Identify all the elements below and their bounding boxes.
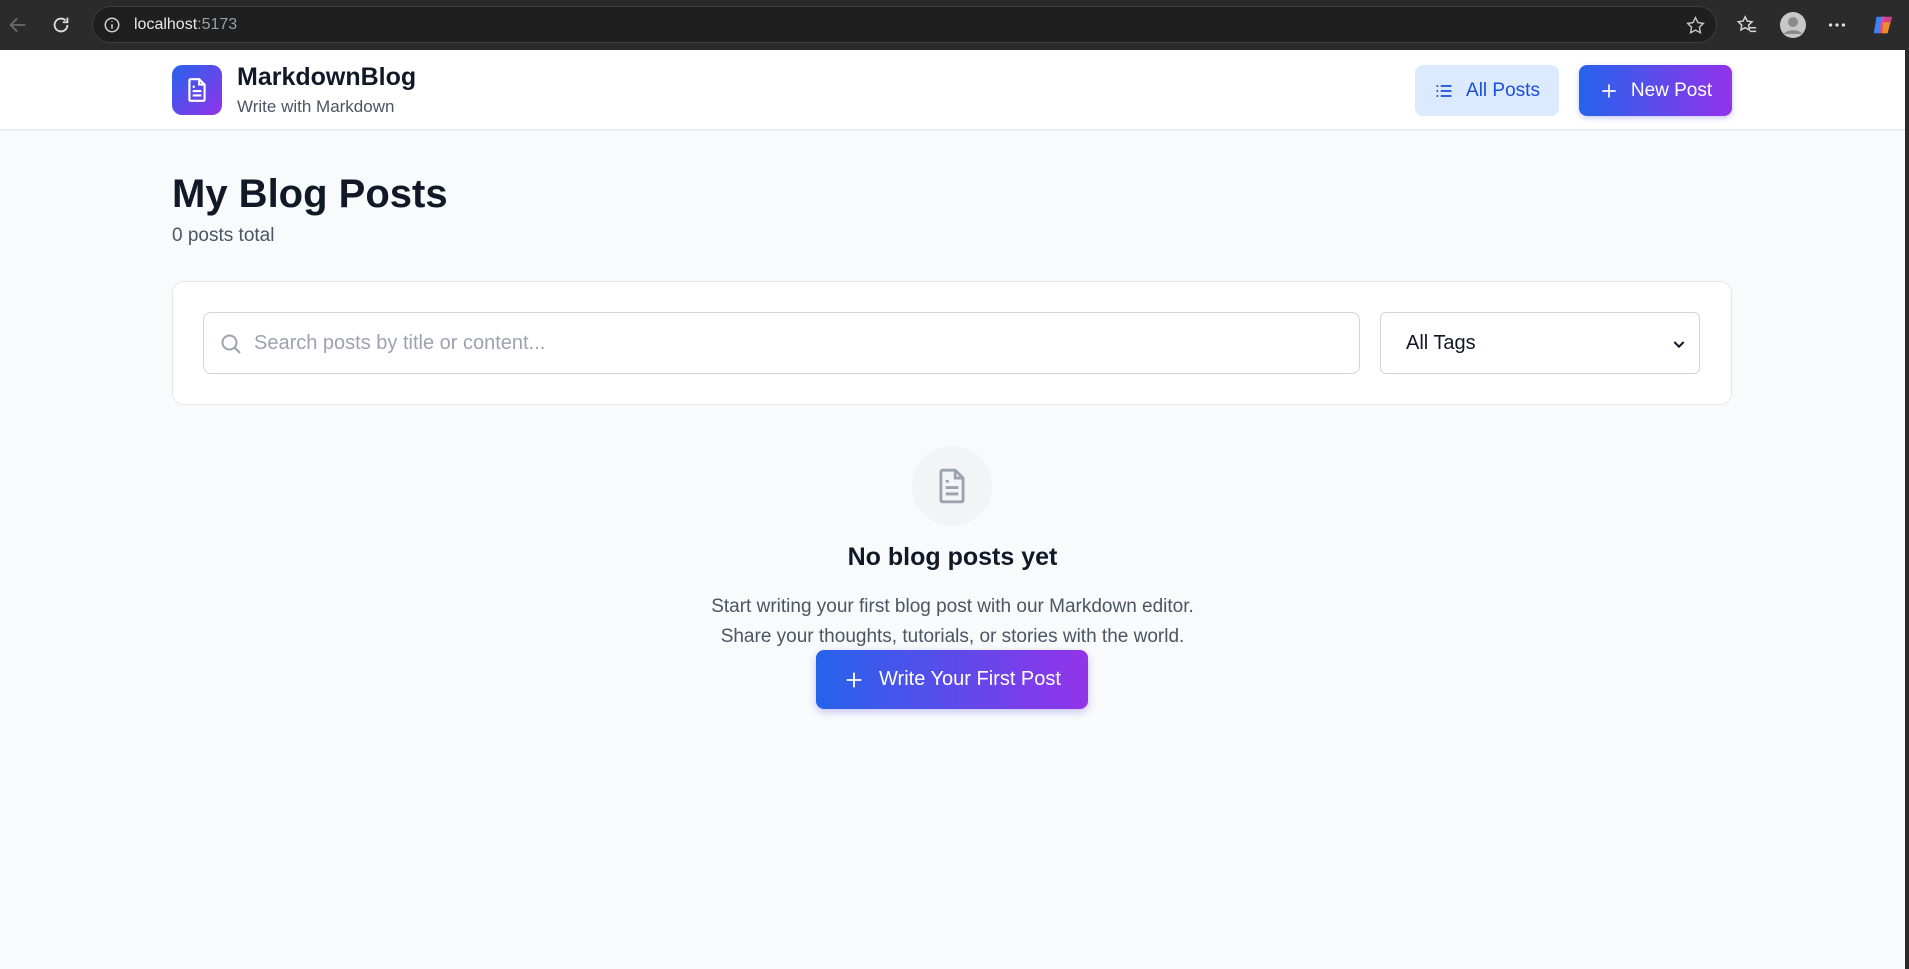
profile-icon[interactable] [1779, 11, 1807, 39]
post-count: 0 posts total [172, 225, 275, 246]
empty-state-title: No blog posts yet [847, 543, 1058, 571]
site-info-icon[interactable] [103, 16, 121, 39]
favorites-icon[interactable] [1735, 13, 1759, 37]
search-input[interactable] [254, 313, 1349, 373]
tag-filter-value: All Tags [1406, 331, 1476, 354]
all-posts-button[interactable]: All Posts [1415, 65, 1559, 116]
address-bar[interactable]: localhost:5173 [92, 6, 1717, 43]
plus-icon [1602, 83, 1616, 98]
url-text: localhost:5173 [134, 16, 237, 34]
page-title: My Blog Posts [172, 172, 448, 216]
all-posts-label: All Posts [1466, 79, 1540, 101]
star-icon[interactable] [1685, 15, 1706, 41]
document-icon [188, 78, 206, 102]
url-host: localhost [134, 16, 198, 33]
copilot-icon[interactable] [1871, 13, 1895, 37]
new-post-button[interactable]: New Post [1579, 65, 1732, 116]
empty-state-line-2: Share your thoughts, tutorials, or stori… [720, 626, 1185, 647]
logo[interactable] [172, 65, 222, 115]
reload-icon[interactable] [49, 13, 73, 37]
search-icon [219, 332, 243, 361]
list-icon [1436, 84, 1452, 97]
browser-toolbar: localhost:5173 [0, 0, 1909, 50]
new-post-label: New Post [1630, 79, 1713, 101]
page: MarkdownBlog Write with Markdown All Pos… [0, 50, 1909, 969]
empty-state-icon [912, 446, 992, 526]
search-box[interactable] [203, 312, 1360, 374]
write-first-post-button[interactable]: Write Your First Post [816, 650, 1088, 709]
plus-icon [846, 672, 862, 687]
brand-subtitle: Write with Markdown [237, 97, 395, 116]
back-icon[interactable] [6, 13, 30, 37]
brand-title: MarkdownBlog [237, 63, 417, 91]
more-icon[interactable] [1825, 13, 1849, 37]
tag-filter-select[interactable]: All Tags [1380, 312, 1700, 374]
chevron-down-icon [1671, 335, 1687, 358]
document-icon [939, 468, 965, 504]
url-port: :5173 [197, 16, 238, 33]
app-header: MarkdownBlog Write with Markdown All Pos… [0, 50, 1905, 130]
write-first-post-label: Write Your First Post [879, 668, 1061, 690]
filter-card: All Tags [172, 281, 1732, 405]
empty-state-line-1: Start writing your first blog post with … [711, 596, 1194, 617]
